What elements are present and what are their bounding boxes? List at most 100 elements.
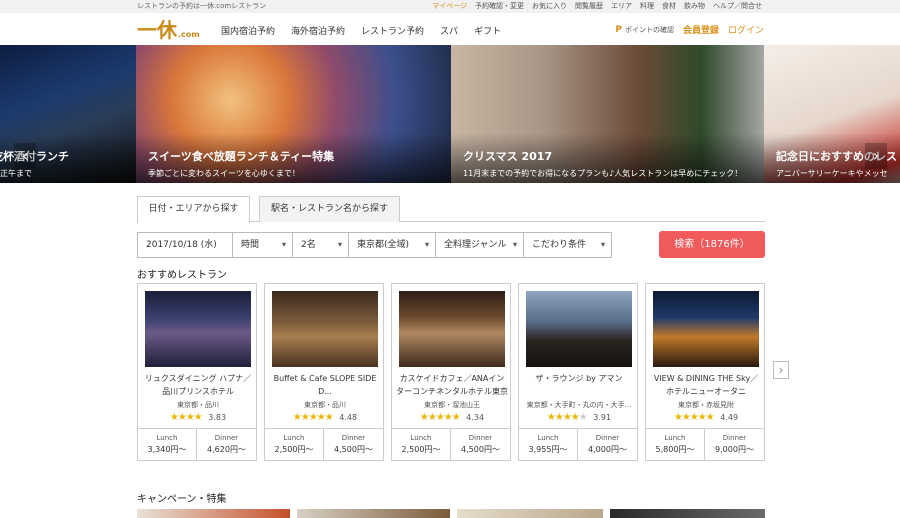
site-header: 一休 .com 国内宿泊予約 海外宿泊予約 レストラン予約 スパ ギフト P ポ…: [0, 13, 900, 45]
stars-on: ★★★★: [546, 412, 580, 423]
date-select[interactable]: 2017/10/18 (水): [138, 233, 233, 257]
dinner-price: Dinner 4,000円〜: [578, 429, 637, 461]
site-logo[interactable]: 一休 .com: [137, 17, 200, 41]
restaurant-photo: [399, 291, 505, 367]
nav-gift[interactable]: ギフト: [474, 24, 501, 37]
price-row: Lunch 3,955円〜 Dinner 4,000円〜: [519, 428, 637, 461]
restaurant-card[interactable]: カスケイドカフェ／ANAインターコンチネンタルホテル東京 東京都・溜池山王 ★★…: [391, 283, 511, 461]
util-link-drinks[interactable]: 飲み物: [684, 1, 705, 11]
slide-subtitle: アニバーサリーケーキやメッセ: [776, 169, 888, 178]
hero-carousel: 乾杯酒付ランチ ）正午まで スイーツ食べ放題ランチ＆ティー特集 季節ごとに変わる…: [0, 45, 900, 183]
points-link[interactable]: ポイントの確認: [625, 25, 674, 35]
register-link[interactable]: 会員登録: [683, 23, 719, 36]
chevron-down-icon: ▾: [337, 240, 342, 249]
restaurant-card[interactable]: リュクスダイニング ハプナ／品川プリンスホテル 東京都・品川 ★★★★ 3.83…: [137, 283, 257, 461]
hero-slide[interactable]: クリスマス 2017 11月末までの予約でお得になるプランも♪人気レストランは早…: [451, 45, 764, 183]
nav-domestic-hotels[interactable]: 国内宿泊予約: [221, 24, 275, 37]
restaurant-area: 東京都・大手町・丸の内・大手...: [526, 401, 632, 409]
restaurant-photo: [526, 291, 632, 367]
util-link-history[interactable]: 閲覧履歴: [575, 1, 603, 11]
nav-overseas-hotels[interactable]: 海外宿泊予約: [291, 24, 345, 37]
genre-select[interactable]: 全料理ジャンル ▾: [436, 233, 524, 257]
restaurant-area: 東京都・品川: [177, 401, 219, 409]
chevron-right-icon[interactable]: ›: [773, 361, 789, 379]
util-link-area[interactable]: エリア: [611, 1, 632, 11]
campaign-banner[interactable]: [610, 509, 765, 518]
people-select[interactable]: 2名 ▾: [293, 233, 349, 257]
slide-caption: クリスマス 2017 11月末までの予約でお得になるプランも♪人気レストランは早…: [463, 148, 742, 179]
util-link-favorites[interactable]: お気に入り: [532, 1, 567, 11]
dinner-value: 4,620円〜: [207, 445, 246, 454]
util-link-mypage[interactable]: マイページ: [432, 1, 467, 11]
lunch-price: Lunch 3,340円〜: [138, 429, 197, 461]
restaurant-name: VIEW & DINING THE Sky／ホテルニューオータニ: [653, 374, 759, 396]
hero-slide[interactable]: スイーツ食べ放題ランチ＆ティー特集 季節ごとに変わるスイーツを心ゆくまで！: [136, 45, 451, 183]
restaurant-photo: [272, 291, 378, 367]
dinner-label: Dinner: [722, 434, 747, 442]
search-button[interactable]: 検索（1876件）: [659, 231, 765, 258]
lunch-label: Lunch: [283, 434, 305, 442]
util-link-reservations[interactable]: 予約確認・変更: [475, 1, 524, 11]
points-icon[interactable]: P: [615, 25, 622, 35]
nav-restaurants[interactable]: レストラン予約: [361, 24, 424, 37]
conditions-select[interactable]: こだわり条件 ▾: [524, 233, 611, 257]
genre-value: 全料理ジャンル: [444, 240, 507, 250]
dinner-label: Dinner: [595, 434, 620, 442]
star-icon: ★★★★★: [546, 412, 588, 423]
dinner-label: Dinner: [341, 434, 366, 442]
slide-title: スイーツ食べ放題ランチ＆ティー特集: [148, 150, 335, 163]
price-row: Lunch 3,340円〜 Dinner 4,620円〜: [138, 428, 256, 461]
restaurant-rating: ★★★★★ 4.34: [392, 412, 512, 423]
logo-suffix: .com: [178, 30, 200, 39]
stars-on: ★★★★★: [673, 412, 715, 423]
recommended-title: おすすめレストラン: [137, 270, 227, 281]
tab-date-area[interactable]: 日付・エリアから探す: [137, 196, 250, 223]
util-link-ingredients[interactable]: 食材: [662, 1, 676, 11]
restaurant-name: Buffet & Cafe SLOPE SIDE D...: [273, 374, 377, 396]
campaign-banner[interactable]: [297, 509, 450, 518]
restaurant-area: 東京都・品川: [304, 401, 346, 409]
restaurant-name: ザ・ラウンジ by アマン: [535, 374, 623, 383]
dinner-price: Dinner 4,620円〜: [197, 429, 256, 461]
tab-station-name[interactable]: 駅名・レストラン名から探す: [259, 196, 400, 222]
stars-on: ★★★★★: [419, 412, 461, 423]
lunch-price: Lunch 2,500円〜: [392, 429, 451, 461]
logo-mark: 一休: [137, 18, 177, 42]
star-icon: ★★★★★: [419, 412, 461, 423]
chevron-down-icon: ▾: [281, 240, 286, 249]
lunch-price: Lunch 3,955円〜: [519, 429, 578, 461]
lunch-price: Lunch 5,800円〜: [646, 429, 705, 461]
login-link[interactable]: ログイン: [728, 23, 764, 36]
restaurant-list: リュクスダイニング ハプナ／品川プリンスホテル 東京都・品川 ★★★★ 3.83…: [137, 283, 765, 461]
slide-caption: スイーツ食べ放題ランチ＆ティー特集 季節ごとに変わるスイーツを心ゆくまで！: [148, 148, 334, 179]
price-row: Lunch 2,500円〜 Dinner 4,500円〜: [265, 428, 383, 461]
restaurant-card[interactable]: ザ・ラウンジ by アマン 東京都・大手町・丸の内・大手... ★★★★★ 3.…: [518, 283, 638, 461]
util-link-help[interactable]: ヘルプ／問合せ: [713, 1, 762, 11]
restaurant-area: 東京都・溜池山王: [424, 401, 480, 409]
lunch-label: Lunch: [410, 434, 432, 442]
chevron-right-icon[interactable]: ›: [865, 143, 887, 169]
lunch-value: 3,955円〜: [528, 445, 568, 454]
site-tagline: レストランの予約は一休.comレストラン: [137, 2, 267, 10]
restaurant-name: カスケイドカフェ／ANAインターコンチネンタルホテル東京: [396, 374, 508, 396]
restaurant-card[interactable]: Buffet & Cafe SLOPE SIDE D... 東京都・品川 ★★★…: [264, 283, 384, 461]
area-select[interactable]: 東京都(全域) ▾: [349, 233, 436, 257]
time-select[interactable]: 時間 ▾: [233, 233, 293, 257]
slide-subtitle: 11月末までの予約でお得になるプランも♪人気レストランは早めにチェック！: [463, 169, 743, 178]
restaurant-rating: ★★★★★ 4.48: [265, 412, 385, 423]
restaurant-photo: [653, 291, 759, 367]
rating-score: 4.34: [466, 413, 485, 422]
chevron-down-icon: ▾: [512, 240, 517, 249]
star-icon: ★★★★: [170, 412, 203, 423]
slide-title: クリスマス 2017: [463, 150, 553, 163]
rating-score: 4.49: [720, 413, 739, 422]
time-value: 時間: [241, 240, 260, 250]
campaign-banner[interactable]: [137, 509, 290, 518]
lunch-value: 2,500円〜: [274, 445, 314, 454]
utility-links: マイページ 予約確認・変更 お気に入り 閲覧履歴 エリア 料理 食材 飲み物 ヘ…: [432, 1, 762, 11]
restaurant-card[interactable]: VIEW & DINING THE Sky／ホテルニューオータニ 東京都・赤坂見…: [645, 283, 765, 461]
chevron-left-icon[interactable]: ‹: [14, 143, 36, 169]
nav-spa[interactable]: スパ: [440, 24, 458, 37]
campaign-banner[interactable]: [457, 509, 603, 518]
util-link-cuisine[interactable]: 料理: [640, 1, 654, 11]
